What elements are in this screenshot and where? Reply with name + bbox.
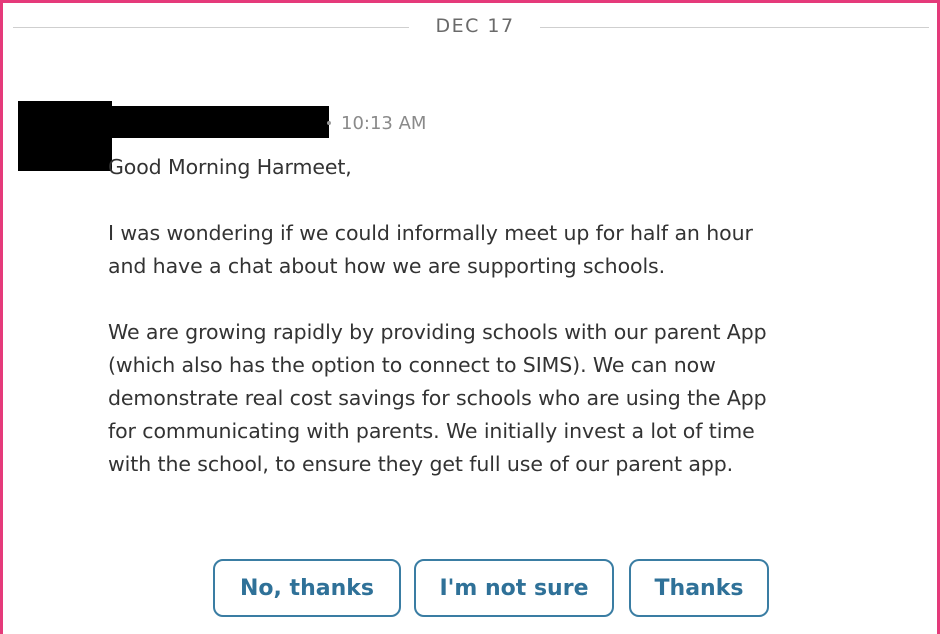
divider-line-right xyxy=(540,27,929,28)
sender-avatar-redacted xyxy=(18,101,112,171)
message-line: with the school, to ensure they get full… xyxy=(108,452,734,476)
message-greeting: Good Morning Harmeet, xyxy=(108,155,352,179)
message-line: We are growing rapidly by providing scho… xyxy=(108,320,767,344)
date-divider: DEC 17 xyxy=(13,13,929,41)
message-body: Good Morning Harmeet, I was wondering if… xyxy=(108,151,928,481)
chat-window: DEC 17 10:13 AM Good Morning Harmeet, I … xyxy=(0,0,940,634)
thanks-button[interactable]: Thanks xyxy=(629,559,769,617)
not-sure-button[interactable]: I'm not sure xyxy=(414,559,614,617)
message-timestamp: 10:13 AM xyxy=(341,113,427,134)
message-line: and have a chat about how we are support… xyxy=(108,254,666,278)
date-label: DEC 17 xyxy=(435,15,515,37)
message-line: I was wondering if we could informally m… xyxy=(108,221,753,245)
divider-line-left xyxy=(13,27,409,28)
separator-dot xyxy=(327,121,331,125)
message-line: (which also has the option to connect to… xyxy=(108,353,716,377)
no-thanks-button[interactable]: No, thanks xyxy=(213,559,401,617)
message-line: demonstrate real cost savings for school… xyxy=(108,386,767,410)
message-line: for communicating with parents. We initi… xyxy=(108,419,755,443)
sender-name-redacted xyxy=(109,106,329,138)
